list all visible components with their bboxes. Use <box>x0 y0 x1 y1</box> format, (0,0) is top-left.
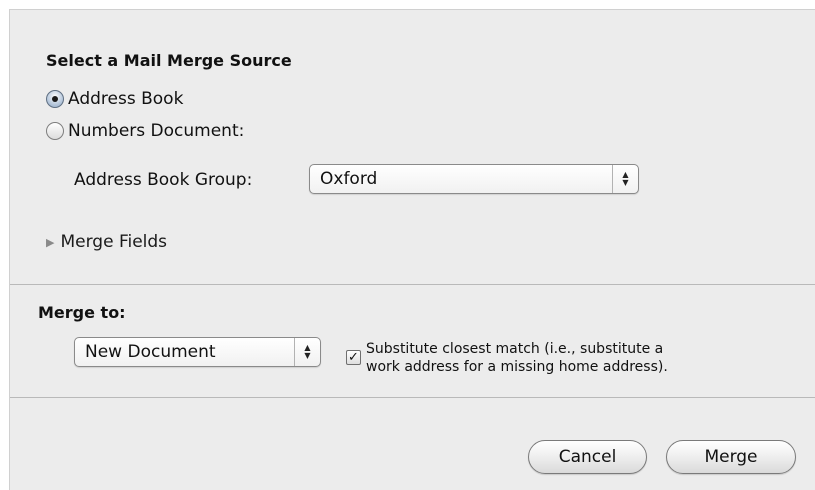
mail-merge-dialog: Select a Mail Merge Source Address Book … <box>9 9 815 490</box>
address-book-radio-option[interactable]: Address Book <box>46 89 183 109</box>
merge-to-heading: Merge to: <box>38 303 126 322</box>
up-down-arrows-icon: ▲ ▼ <box>294 338 320 366</box>
up-down-arrows-icon: ▲ ▼ <box>612 165 638 193</box>
address-book-group-popup[interactable]: Oxford ▲ ▼ <box>309 164 639 194</box>
substitute-label-line-1: Substitute closest match (i.e., substitu… <box>366 341 664 357</box>
radio-dot-icon <box>52 96 58 102</box>
button-bar: Cancel Merge <box>10 398 815 490</box>
address-book-group-value: Oxford <box>320 169 378 189</box>
merge-button[interactable]: Merge <box>666 440 796 474</box>
numbers-document-radio-option[interactable]: Numbers Document: <box>46 121 244 141</box>
address-book-label: Address Book <box>68 89 184 109</box>
source-heading: Select a Mail Merge Source <box>46 51 292 70</box>
cancel-button[interactable]: Cancel <box>528 440 647 474</box>
merge-fields-label: Merge Fields <box>60 232 168 252</box>
merge-fields-disclosure[interactable]: ▶ Merge Fields <box>46 232 167 252</box>
merge-target-popup[interactable]: New Document ▲ ▼ <box>74 337 321 367</box>
source-section: Select a Mail Merge Source Address Book … <box>10 10 815 285</box>
merge-to-section: Merge to: New Document ▲ ▼ ✓ Substitute c… <box>10 285 815 398</box>
checkmark-icon: ✓ <box>348 350 359 365</box>
address-book-radio[interactable] <box>46 90 64 108</box>
merge-target-value: New Document <box>85 342 216 362</box>
substitute-label[interactable]: Substitute closest match (i.e., substitu… <box>366 340 668 376</box>
substitute-checkbox[interactable]: ✓ <box>346 350 361 365</box>
numbers-document-label: Numbers Document: <box>68 121 245 141</box>
numbers-document-radio[interactable] <box>46 122 64 140</box>
address-book-group-label: Address Book Group: <box>74 170 253 190</box>
disclosure-triangle-icon: ▶ <box>46 235 55 249</box>
substitute-label-line-2: work address for a missing home address)… <box>366 359 668 375</box>
